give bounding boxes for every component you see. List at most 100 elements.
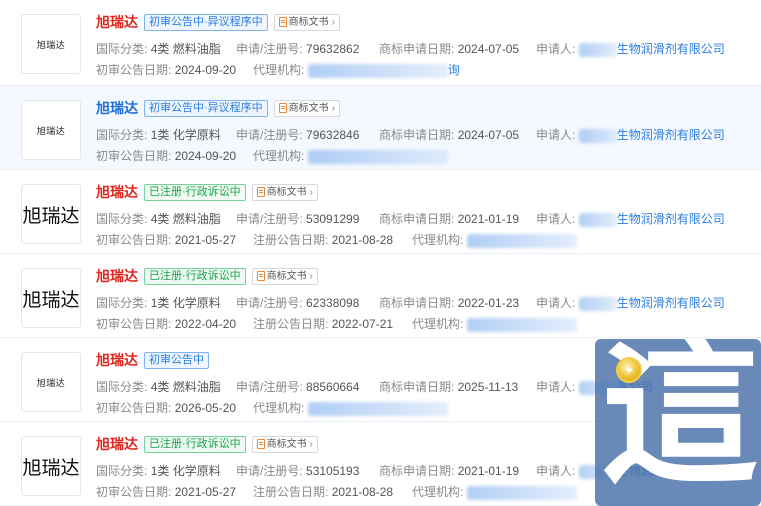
- applicant-label: 申请人:: [536, 296, 576, 310]
- trademark-image[interactable]: 旭瑞达: [21, 100, 81, 160]
- redacted-blur: [578, 212, 617, 227]
- reg-number-field: 申请/注册号: 62338098: [236, 294, 359, 311]
- trademark-image[interactable]: 旭瑞达: [21, 14, 81, 74]
- reg-publication-date-field: 注册公告日期: 2022-07-21: [253, 315, 393, 332]
- applicant-value[interactable]: 生物润滑剂有限公司: [617, 296, 725, 310]
- document-icon: [256, 187, 265, 197]
- publication-date-value: 2021-05-27: [174, 233, 237, 247]
- trademark-image[interactable]: 旭瑞达: [21, 184, 81, 244]
- reg-number-value: 62338098: [306, 296, 360, 310]
- trademark-image-text: 旭瑞达: [36, 39, 66, 50]
- publication-date-label: 初审公告日期:: [96, 233, 172, 247]
- reg-number-label: 申请/注册号:: [236, 212, 303, 226]
- status-tag: 已注册·行政诉讼中: [144, 267, 246, 285]
- reg-publication-date-field: 注册公告日期: 2021-08-28: [253, 483, 393, 500]
- trademark-name-link[interactable]: 旭瑞达: [96, 12, 138, 32]
- apply-date-value: 2021-01-19: [457, 464, 520, 478]
- apply-date-value: 2024-07-05: [457, 128, 520, 142]
- trademark-name-link[interactable]: 旭瑞达: [96, 182, 138, 202]
- agent-field: 代理机构:: [412, 231, 577, 248]
- trademark-image[interactable]: 旭瑞达: [21, 268, 81, 328]
- apply-date-value: 2021-01-19: [457, 212, 520, 226]
- class-label: 国际分类:: [96, 128, 148, 142]
- publication-date-value: 2026-05-20: [174, 401, 237, 415]
- reg-number-label: 申请/注册号:: [236, 296, 303, 310]
- trademark-row[interactable]: 旭瑞达 旭瑞达 初审公告中·异议程序中 商标文书 › 国际分类: 4类 燃料油脂 申…: [0, 0, 761, 86]
- trademark-docs-label: 商标文书: [266, 186, 307, 198]
- trademark-docs-button[interactable]: 商标文书 ›: [273, 13, 341, 31]
- trademark-name-link[interactable]: 旭瑞达: [96, 434, 138, 454]
- apply-date-field: 商标申请日期: 2025-11-13: [379, 378, 518, 395]
- reg-number-field: 申请/注册号: 53105193: [236, 462, 359, 479]
- trademark-docs-button[interactable]: 商标文书 ›: [251, 435, 319, 453]
- status-tag: 已注册·行政诉讼中: [144, 435, 246, 453]
- apply-date-field: 商标申请日期: 2022-01-23: [379, 294, 519, 311]
- trademark-row[interactable]: 旭瑞达 旭瑞达 已注册·行政诉讼中 商标文书 › 国际分类: 1类 化学原料 申请/…: [0, 254, 761, 338]
- class-value: 4类 燃料油脂: [150, 380, 221, 394]
- reg-number-label: 申请/注册号:: [236, 464, 303, 478]
- agent-field: 代理机构: 询: [253, 61, 460, 78]
- document-icon: [256, 271, 265, 281]
- chevron-right-icon: ›: [331, 16, 336, 28]
- applicant-value[interactable]: 生物润滑剂有限公司: [617, 42, 725, 56]
- trademark-docs-button[interactable]: 商标文书 ›: [251, 267, 319, 285]
- status-tag: 已注册·行政诉讼中: [144, 183, 246, 201]
- reg-publication-date-label: 注册公告日期:: [253, 317, 329, 331]
- trademark-docs-label: 商标文书: [266, 438, 307, 450]
- status-tag: 初审公告中·异议程序中: [144, 99, 268, 117]
- trademark-row[interactable]: 旭瑞达 旭瑞达 已注册·行政诉讼中 商标文书 › 国际分类: 4类 燃料油脂 申请/…: [0, 170, 761, 254]
- agent-label: 代理机构:: [412, 317, 464, 331]
- class-field: 国际分类: 4类 燃料油脂: [96, 210, 221, 227]
- status-tag: 初审公告中·异议程序中: [144, 13, 268, 31]
- reg-publication-date-value: 2021-08-28: [331, 485, 394, 499]
- chevron-right-icon: ›: [309, 438, 314, 450]
- reg-publication-date-label: 注册公告日期:: [253, 233, 329, 247]
- applicant-label: 申请人:: [536, 380, 576, 394]
- agent-label: 代理机构:: [253, 63, 305, 77]
- trademark-image[interactable]: 旭瑞达: [21, 352, 81, 412]
- publication-date-field: 初审公告日期: 2021-05-27: [96, 231, 236, 248]
- trademark-name-link[interactable]: 旭瑞达: [96, 350, 138, 370]
- applicant-field: 申请人: 生物润滑剂有限公司: [536, 294, 725, 311]
- applicant-label: 申请人:: [536, 128, 576, 142]
- chevron-right-icon: ›: [309, 186, 314, 198]
- class-value: 1类 化学原料: [150, 296, 221, 310]
- agent-label: 代理机构:: [412, 485, 464, 499]
- applicant-value[interactable]: 生物润滑剂有限公司: [617, 212, 725, 226]
- agent-field: 代理机构:: [253, 399, 448, 416]
- trademark-name-link[interactable]: 旭瑞达: [96, 98, 138, 118]
- reg-number-value: 53091299: [306, 212, 360, 226]
- applicant-value[interactable]: 生物润滑剂有限公司: [617, 128, 725, 142]
- apply-date-value: 2025-11-13: [457, 380, 519, 394]
- class-label: 国际分类:: [96, 380, 148, 394]
- trademark-name-link[interactable]: 旭瑞达: [96, 266, 138, 286]
- applicant-field: 申请人: 生物润滑剂有限公司: [536, 210, 725, 227]
- reg-number-field: 申请/注册号: 79632862: [236, 40, 359, 57]
- applicant-label: 申请人:: [536, 212, 576, 226]
- apply-date-label: 商标申请日期:: [379, 212, 455, 226]
- redacted-blur: [307, 149, 448, 164]
- class-label: 国际分类:: [96, 296, 148, 310]
- redacted-blur: [466, 317, 577, 332]
- trademark-docs-button[interactable]: 商标文书 ›: [273, 99, 341, 117]
- reg-publication-date-value: 2022-07-21: [331, 317, 394, 331]
- class-field: 国际分类: 1类 化学原料: [96, 126, 221, 143]
- class-label: 国际分类:: [96, 42, 148, 56]
- reg-number-value: 79632862: [306, 42, 360, 56]
- apply-date-label: 商标申请日期:: [379, 464, 455, 478]
- agent-label: 代理机构:: [412, 233, 464, 247]
- class-field: 国际分类: 4类 燃料油脂: [96, 378, 221, 395]
- trademark-row[interactable]: 旭瑞达 旭瑞达 初审公告中·异议程序中 商标文书 › 国际分类: 1类 化学原料 申…: [0, 86, 761, 170]
- trademark-docs-label: 商标文书: [266, 270, 307, 282]
- agent-value[interactable]: 询: [448, 63, 460, 77]
- publication-date-field: 初审公告日期: 2021-05-27: [96, 483, 236, 500]
- apply-date-value: 2024-07-05: [457, 42, 520, 56]
- reg-publication-date-value: 2021-08-28: [331, 233, 394, 247]
- trademark-image[interactable]: 旭瑞达: [21, 436, 81, 496]
- apply-date-value: 2022-01-23: [457, 296, 520, 310]
- reg-publication-date-field: 注册公告日期: 2021-08-28: [253, 231, 393, 248]
- trademark-docs-button[interactable]: 商标文书 ›: [251, 183, 319, 201]
- class-value: 1类 化学原料: [150, 464, 221, 478]
- redacted-blur: [466, 233, 577, 248]
- class-field: 国际分类: 1类 化学原料: [96, 462, 221, 479]
